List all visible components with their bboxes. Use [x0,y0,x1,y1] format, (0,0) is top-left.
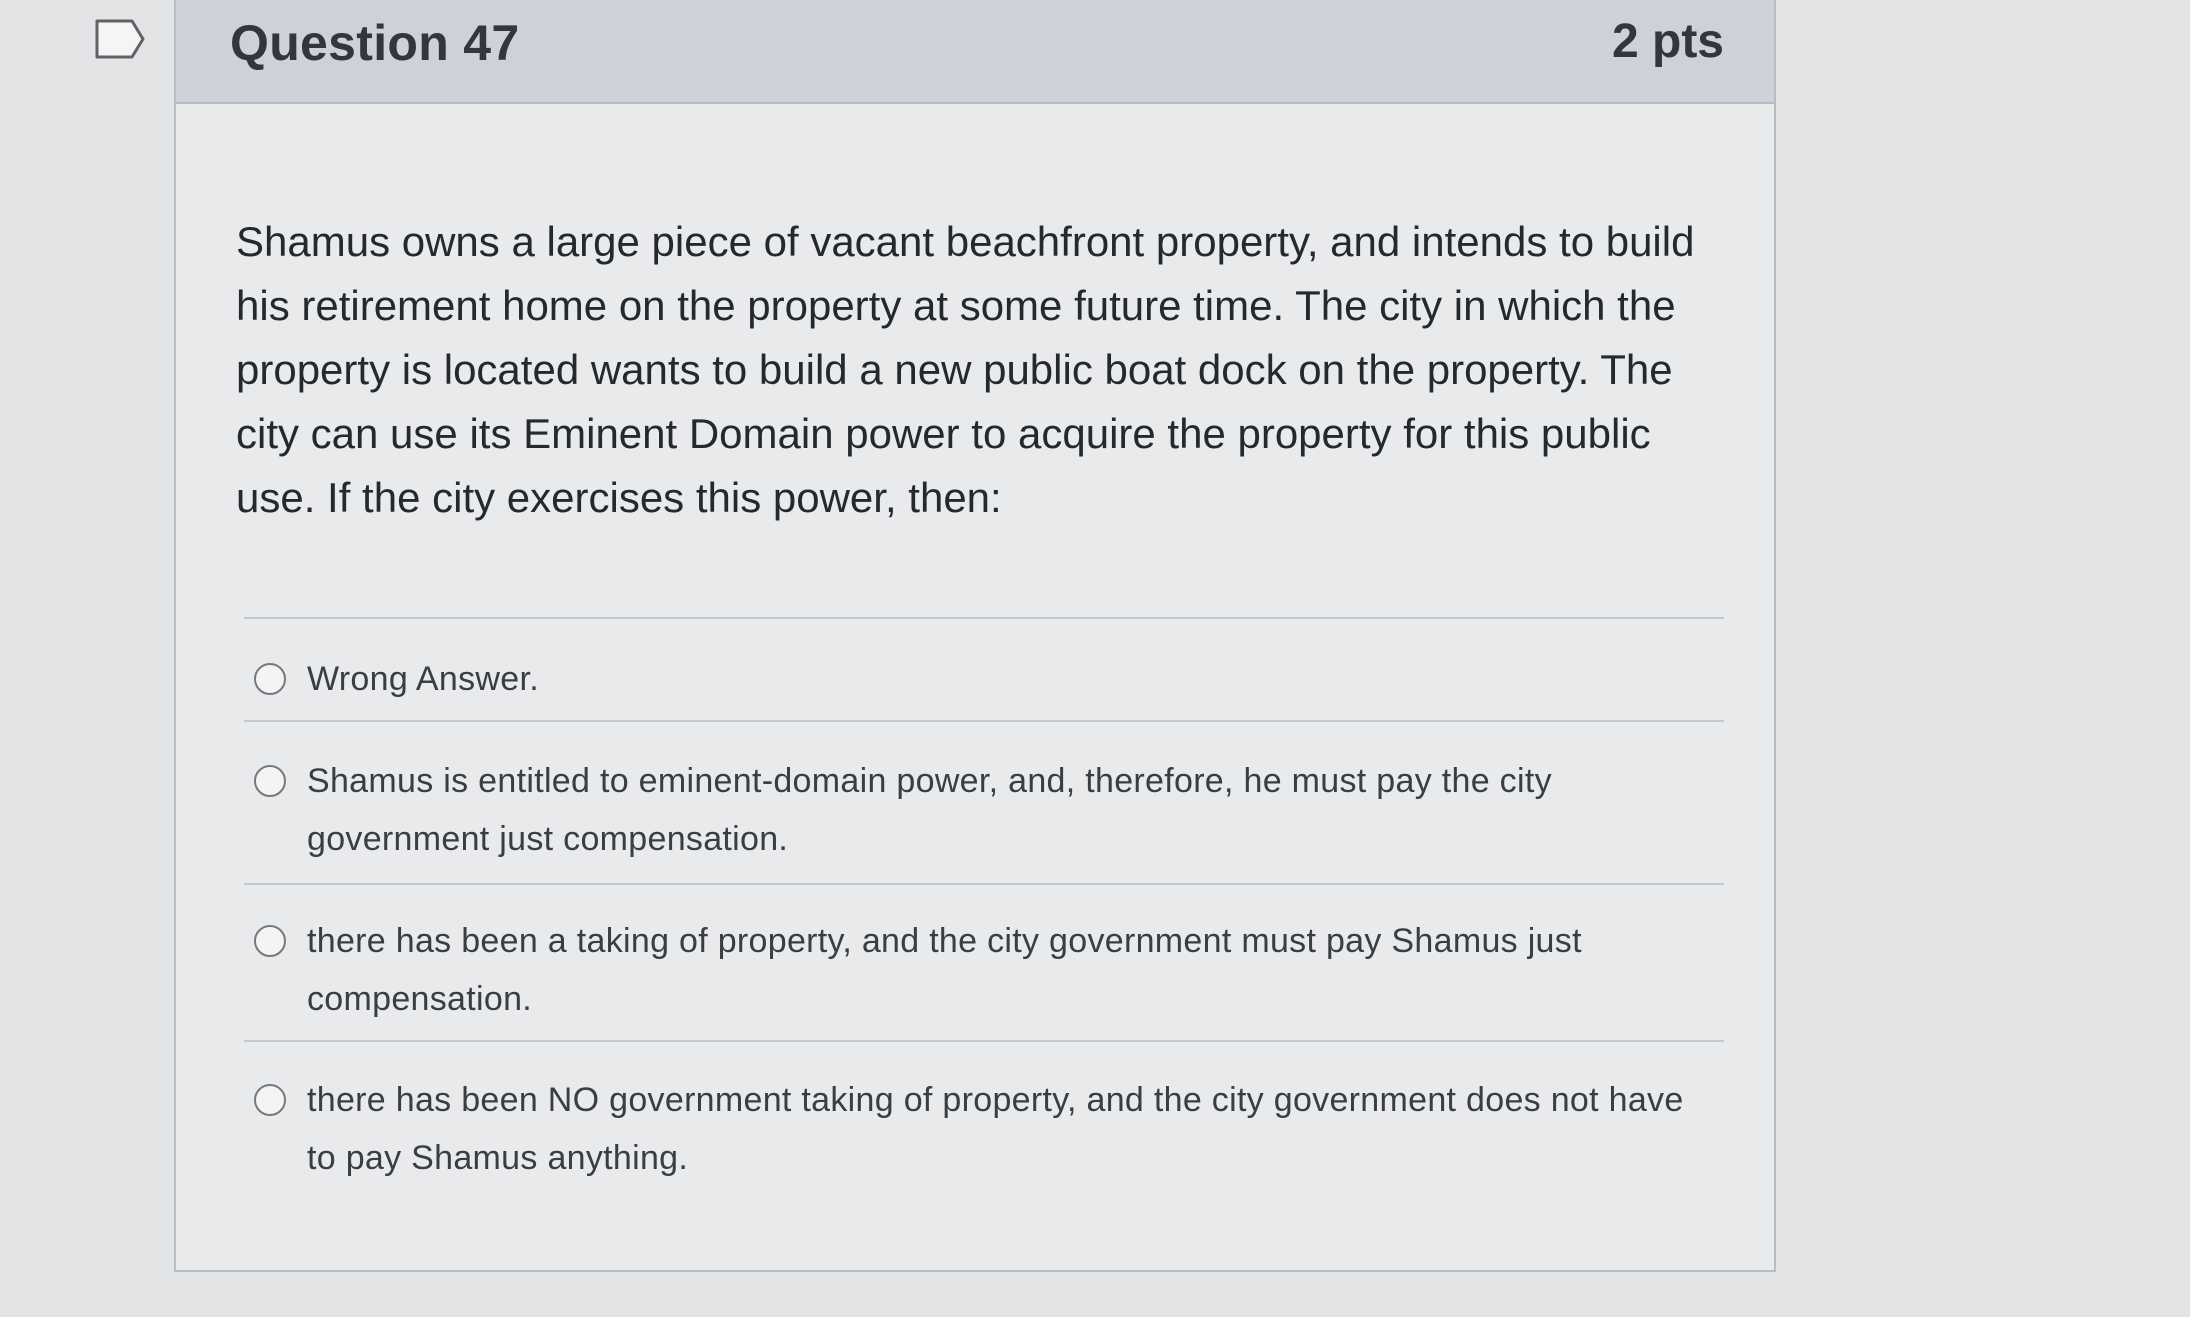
answer-option-1[interactable]: Wrong Answer. [254,650,1684,708]
radio-button-icon[interactable] [254,1084,286,1116]
radio-button-icon[interactable] [254,663,286,695]
answer-separator [244,720,1724,722]
answer-option-2[interactable]: Shamus is entitled to eminent-domain pow… [254,752,1684,868]
bookmark-icon-svg [95,19,145,59]
answer-option-label: Wrong Answer. [307,660,539,698]
answer-option-4[interactable]: there has been NO government taking of p… [254,1071,1684,1187]
answer-option-label: there has been a taking of property, and… [307,922,1582,1018]
question-header: Question 47 2 pts [176,0,1774,104]
question-prompt: Shamus owns a large piece of vacant beac… [236,218,1695,521]
answer-option-label: Shamus is entitled to eminent-domain pow… [307,762,1552,858]
question-title: Question 47 [230,15,520,71]
answer-option-3[interactable]: there has been a taking of property, and… [254,912,1684,1028]
answer-option-label: there has been NO government taking of p… [307,1081,1684,1177]
bookmark-icon[interactable] [94,18,146,60]
answer-separator [244,883,1724,885]
answer-separator [244,1040,1724,1042]
question-points: 2 pts [1611,15,1724,68]
radio-button-icon[interactable] [254,765,286,797]
radio-button-icon[interactable] [254,925,286,957]
question-card: Question 47 2 pts Shamus owns a large pi… [174,0,1776,1272]
answer-separator [244,617,1724,619]
